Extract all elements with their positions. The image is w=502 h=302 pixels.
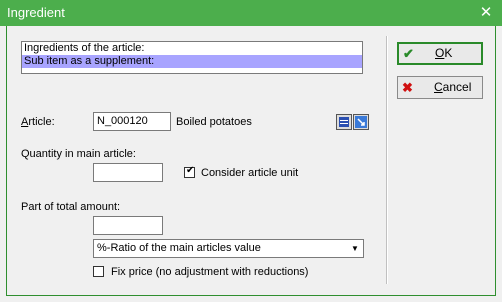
cancel-label: Cancel (434, 80, 472, 94)
x-icon: ✖ (402, 80, 413, 95)
part-amount-field[interactable] (93, 216, 163, 235)
part-label: Part of total amount: (21, 201, 121, 213)
window-title: Ingredient (7, 5, 65, 20)
ok-button[interactable]: ✔ OK (397, 42, 483, 65)
separator-highlight (387, 36, 388, 284)
consider-unit-label: Consider article unit (201, 167, 299, 179)
article-label: Article: (21, 116, 55, 128)
quantity-label: Quantity in main article: (21, 148, 136, 160)
ratio-select[interactable]: %-Ratio of the main articles value ▼ (93, 239, 364, 258)
ingredient-dialog: Ingredient ✕ Ingredients of the article:… (0, 0, 502, 302)
ok-label: OK (435, 46, 453, 60)
consider-unit-checkbox[interactable]: ✔ (184, 165, 195, 178)
list-icon[interactable] (336, 114, 352, 130)
article-name: Boiled potatoes (176, 116, 252, 128)
lookup-icon[interactable] (353, 114, 369, 130)
listbox-item-selected[interactable]: Sub item as a supplement: (22, 55, 362, 68)
listbox-item[interactable]: Ingredients of the article: (22, 42, 362, 55)
article-code-field[interactable]: N_000120 (93, 112, 171, 131)
check-icon: ✔ (403, 46, 414, 61)
close-icon[interactable]: ✕ (474, 2, 498, 24)
fix-price-checkbox[interactable] (93, 266, 104, 277)
ingredient-type-listbox[interactable]: Ingredients of the article: Sub item as … (21, 41, 363, 74)
fix-price-label: Fix price (no adjustment with reductions… (111, 266, 309, 278)
title-bar: Ingredient ✕ (0, 0, 502, 26)
quantity-field[interactable] (93, 163, 163, 182)
check-icon: ✔ (186, 165, 195, 176)
chevron-down-icon[interactable]: ▼ (347, 240, 363, 257)
cancel-button[interactable]: ✖ Cancel (397, 76, 483, 99)
ratio-select-value: %-Ratio of the main articles value (97, 242, 261, 254)
